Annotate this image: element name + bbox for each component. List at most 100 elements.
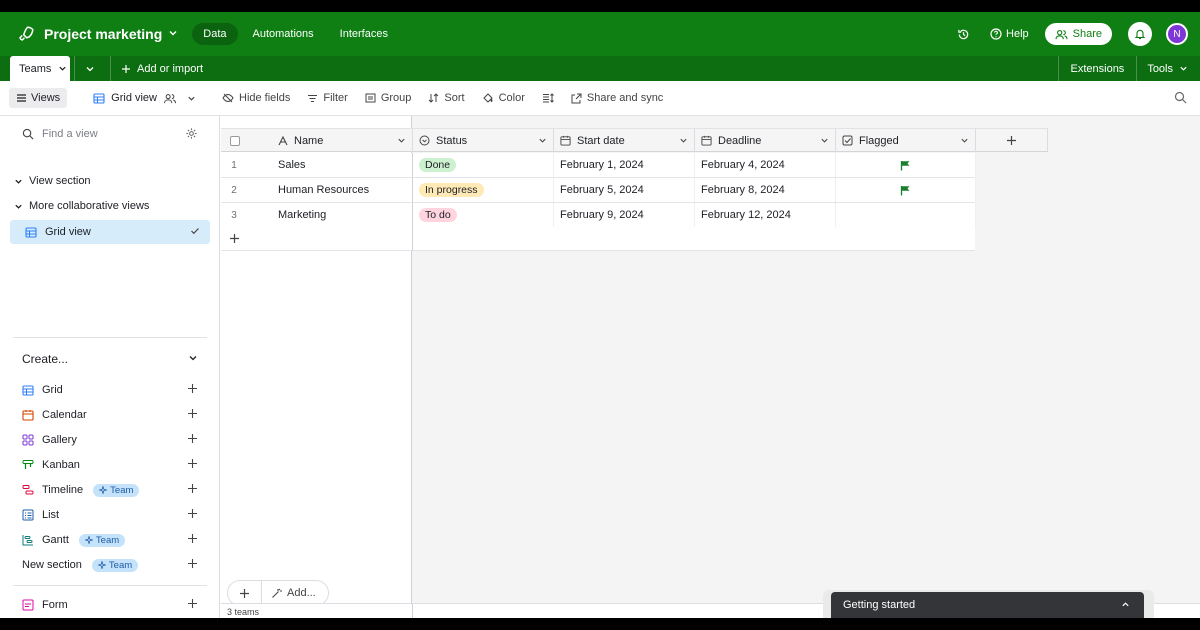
create-gantt[interactable]: Gantt Team — [22, 530, 198, 550]
help-label: Help — [1006, 28, 1029, 40]
table-row[interactable]: 3 Marketing To do February 9, 2024 Febru… — [221, 203, 976, 228]
chevron-down-icon[interactable] — [397, 136, 406, 148]
create-calendar[interactable]: Calendar — [22, 405, 198, 425]
team-badge: Team — [78, 533, 126, 547]
plus-icon[interactable] — [187, 598, 198, 612]
add-record-row[interactable] — [221, 227, 975, 251]
view-section[interactable]: View section — [14, 175, 91, 187]
cell-status[interactable]: In progress — [413, 178, 554, 202]
find-view-search[interactable]: Find a view — [22, 128, 198, 140]
table-row[interactable]: 1 Sales Done February 1, 2024 February 4… — [221, 153, 976, 178]
sidebar-item-grid-view[interactable]: Grid view — [10, 220, 210, 244]
help-button[interactable]: Help — [990, 28, 1029, 40]
column-header-status[interactable]: Status — [413, 129, 554, 152]
cell-flagged[interactable] — [836, 203, 976, 227]
cell-flagged[interactable] — [836, 153, 976, 177]
create-section-header[interactable]: Create... — [22, 352, 198, 366]
rocket-logo-icon[interactable] — [16, 24, 36, 44]
share-out-icon — [571, 93, 582, 103]
add-or-import-button[interactable]: Add or import — [110, 56, 203, 81]
column-header-deadline[interactable]: Deadline — [695, 129, 836, 152]
sort-button[interactable]: Sort — [428, 92, 465, 104]
plus-icon[interactable] — [187, 558, 198, 572]
chevron-down-icon[interactable] — [168, 28, 178, 41]
cell-status[interactable]: To do — [413, 203, 554, 227]
share-label: Share — [1072, 28, 1102, 40]
row-number: 2 — [231, 185, 237, 196]
chevron-up-icon[interactable] — [1121, 600, 1130, 612]
create-list[interactable]: List — [22, 505, 198, 525]
nav-interfaces[interactable]: Interfaces — [329, 23, 399, 45]
plus-icon[interactable] — [187, 458, 198, 472]
chevron-down-icon[interactable] — [820, 136, 829, 148]
extensions-button[interactable]: Extensions — [1057, 56, 1137, 81]
collaborative-views-section[interactable]: More collaborative views — [14, 200, 149, 212]
search-icon[interactable] — [1174, 91, 1187, 107]
cell-deadline[interactable]: February 12, 2024 — [695, 203, 836, 227]
create-grid[interactable]: Grid — [22, 380, 198, 400]
gallery-icon — [22, 434, 34, 446]
share-button[interactable]: Share — [1044, 23, 1112, 45]
flag-icon — [900, 160, 910, 170]
cell-name[interactable]: Marketing — [272, 203, 413, 227]
sort-icon — [429, 93, 439, 103]
cell-name[interactable]: Human Resources — [272, 178, 413, 202]
select-all-checkbox[interactable] — [230, 135, 240, 146]
chevron-down-icon[interactable] — [538, 136, 547, 148]
plus-icon[interactable] — [187, 483, 198, 497]
create-timeline[interactable]: Timeline Team — [22, 480, 198, 500]
plus-icon[interactable] — [187, 533, 198, 547]
bell-icon[interactable] — [1128, 22, 1152, 46]
create-gallery[interactable]: Gallery — [22, 430, 198, 450]
all-tables-chevron-icon[interactable] — [74, 56, 104, 81]
avatar[interactable]: N — [1166, 23, 1188, 45]
cell-name[interactable]: Sales — [272, 153, 413, 177]
eye-slash-icon — [222, 93, 234, 103]
cell-flagged[interactable] — [836, 178, 976, 202]
tools-button[interactable]: Tools — [1136, 56, 1188, 81]
current-view-button[interactable]: Grid view — [93, 92, 196, 104]
create-kanban[interactable]: Kanban — [22, 455, 198, 475]
cell-status[interactable]: Done — [413, 153, 554, 177]
find-view-placeholder: Find a view — [42, 128, 98, 140]
cell-deadline[interactable]: February 4, 2024 — [695, 153, 836, 177]
getting-started-panel[interactable]: Getting started — [831, 592, 1144, 618]
add-field-button[interactable] — [976, 128, 1048, 152]
views-toggle-button[interactable]: Views — [9, 88, 68, 108]
tab-teams-label: Teams — [19, 62, 52, 75]
add-options-button[interactable]: Add... — [262, 587, 316, 599]
cell-deadline[interactable]: February 8, 2024 — [695, 178, 836, 202]
plus-icon[interactable] — [187, 508, 198, 522]
plus-icon[interactable] — [187, 408, 198, 422]
table-row[interactable]: 2 Human Resources In progress February 5… — [221, 178, 976, 203]
tab-teams[interactable]: Teams — [10, 56, 70, 81]
single-select-icon — [419, 135, 430, 146]
history-icon[interactable] — [952, 23, 974, 45]
column-header-start-date[interactable]: Start date — [554, 129, 695, 152]
color-button[interactable]: Color — [482, 92, 525, 104]
cell-start-date[interactable]: February 5, 2024 — [554, 178, 695, 202]
cell-start-date[interactable]: February 1, 2024 — [554, 153, 695, 177]
gear-icon[interactable] — [185, 127, 198, 143]
nav-automations[interactable]: Automations — [242, 23, 325, 45]
group-button[interactable]: Group — [365, 92, 411, 104]
plus-icon[interactable] — [187, 383, 198, 397]
filter-button[interactable]: Filter — [307, 92, 348, 104]
hide-fields-button[interactable]: Hide fields — [222, 92, 290, 104]
cell-start-date[interactable]: February 9, 2024 — [554, 203, 695, 227]
chevron-down-icon[interactable] — [679, 136, 688, 148]
create-new-section[interactable]: New section Team — [22, 555, 198, 575]
column-header-flagged[interactable]: Flagged — [836, 129, 976, 152]
plus-icon[interactable] — [187, 433, 198, 447]
sparkle-icon — [97, 561, 106, 569]
create-kanban-label: Kanban — [42, 459, 80, 471]
row-height-icon[interactable] — [542, 93, 554, 103]
column-header-name[interactable]: Name — [272, 129, 413, 152]
status-badge: Done — [419, 158, 457, 172]
base-title[interactable]: Project marketing — [44, 26, 162, 42]
share-sync-button[interactable]: Share and sync — [571, 92, 663, 104]
nav-data[interactable]: Data — [192, 23, 238, 45]
create-form[interactable]: Form — [22, 595, 198, 615]
calendar-icon — [560, 135, 571, 146]
chevron-down-icon[interactable] — [960, 136, 969, 148]
